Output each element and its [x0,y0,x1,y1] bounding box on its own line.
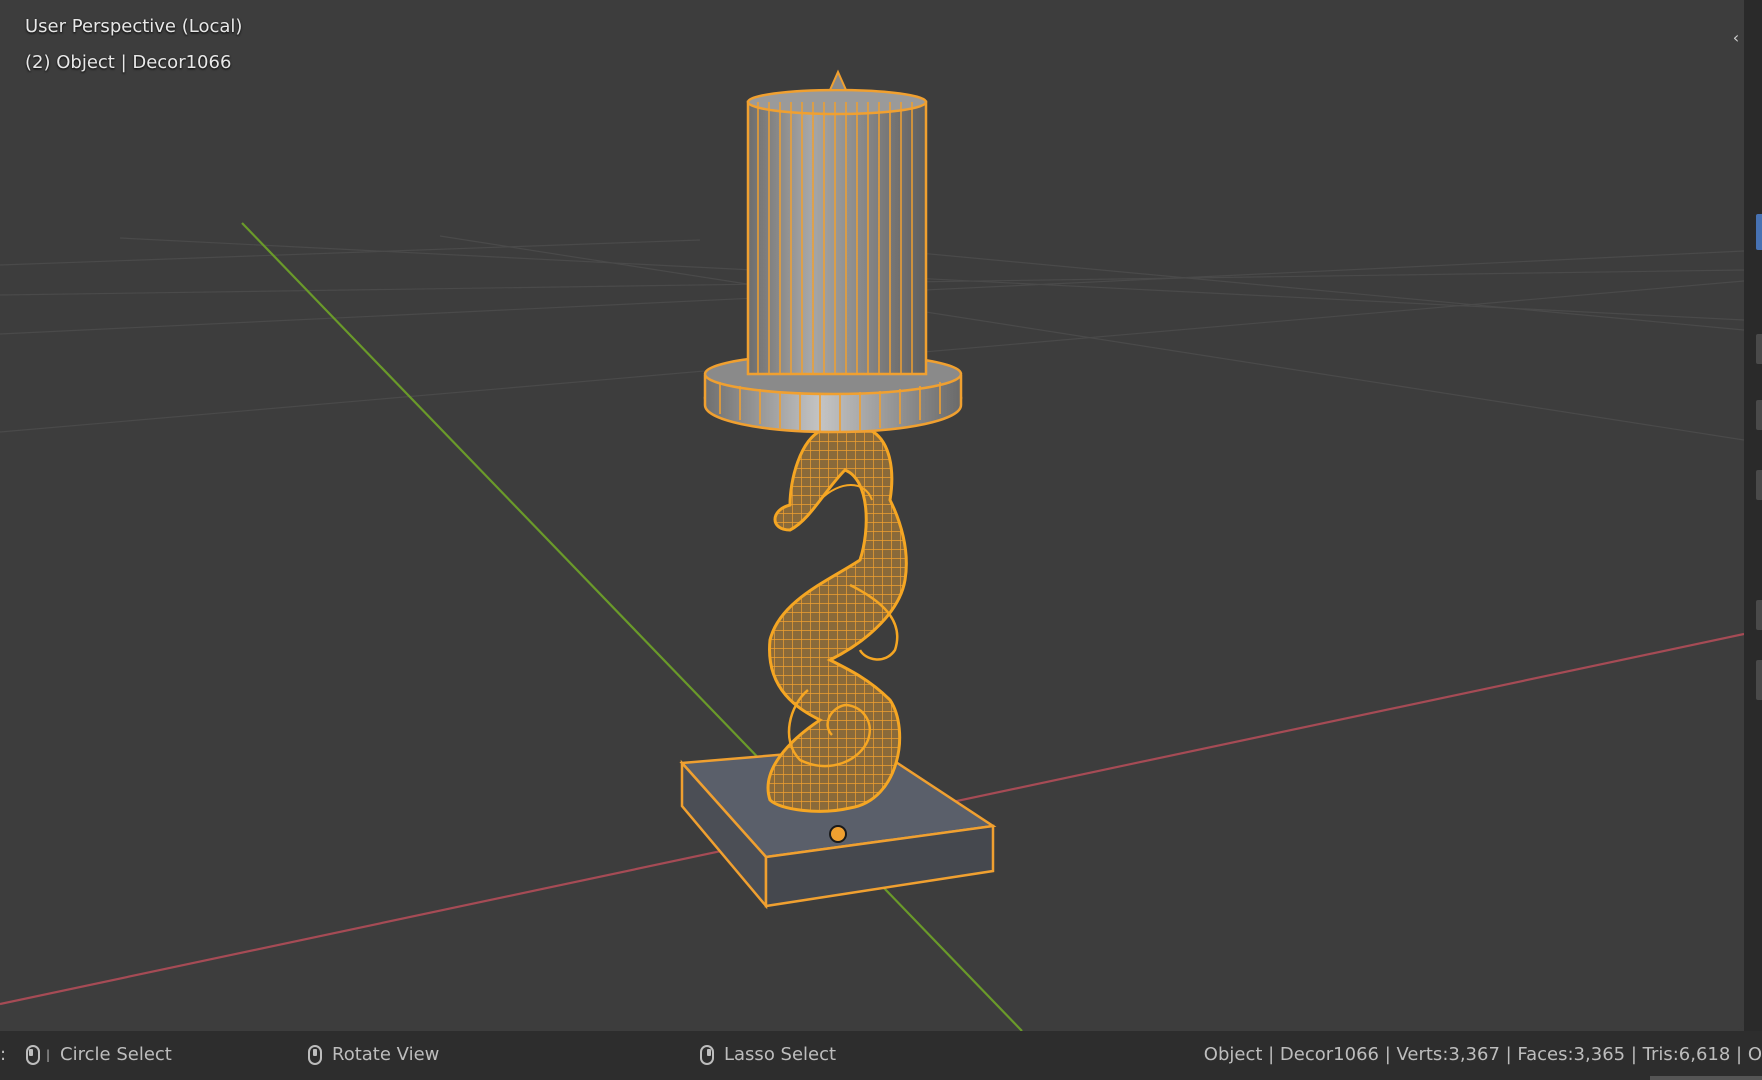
sidebar-tab[interactable] [1756,334,1762,364]
mouse-middle-icon [308,1044,322,1065]
top-cylinder [746,69,928,376]
rotate-view-hint: Rotate View [308,1044,439,1065]
sidebar-tab[interactable] [1756,600,1762,630]
sidebar-tab[interactable] [1756,660,1762,700]
sidebar-tab[interactable] [1756,400,1762,430]
mouse-drag-icon: | [46,1047,51,1062]
mouse-left-icon [26,1044,40,1065]
circle-select-hint: | Circle Select [26,1044,172,1065]
3d-viewport[interactable]: User Perspective (Local) (2) Object | De… [0,0,1744,1031]
lasso-select-hint: Lasso Select [700,1044,836,1065]
sidebar-tabs-strip [1744,0,1762,1031]
viewport-scene[interactable] [0,0,1744,1031]
view-label: User Perspective (Local) [25,16,243,37]
rotate-view-label: Rotate View [332,1044,440,1065]
lasso-select-label: Lasso Select [724,1044,837,1065]
mouse-right-icon [700,1044,714,1065]
scene-statistics: Object | Decor1066 | Verts:3,367 | Faces… [1203,1044,1762,1065]
circle-select-label: Circle Select [60,1044,172,1065]
chevron-left-icon[interactable]: ‹ [1728,28,1744,48]
status-bar: : | Circle Select Rotate View Lasso Sele… [0,1031,1762,1080]
sidebar-tab-active[interactable] [1756,214,1762,250]
object-origin-dot [829,825,847,843]
sidebar-tab[interactable] [1756,470,1762,500]
object-label: (2) Object | Decor1066 [25,52,232,73]
statusbar-underline [1650,1076,1762,1080]
statusbar-left-edge: : [0,1044,7,1065]
seahorse-mesh [766,428,908,813]
